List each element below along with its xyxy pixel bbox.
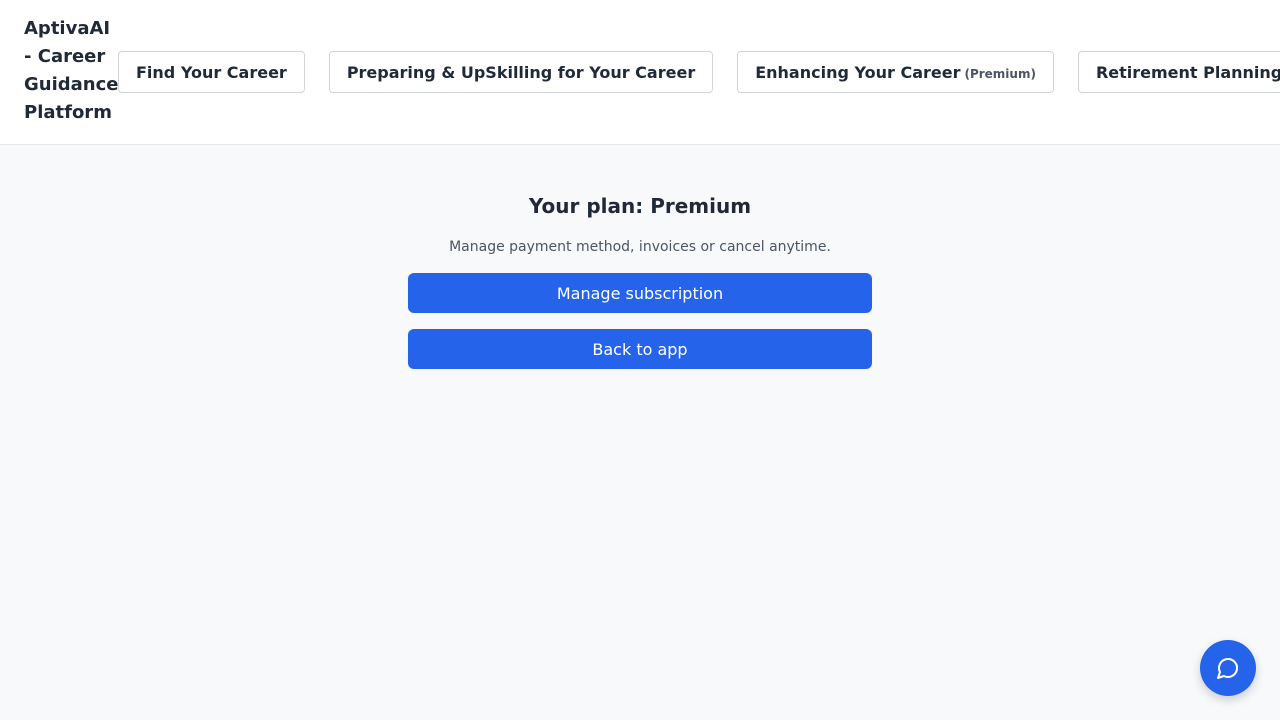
- top-header: AptivaAI - Career Guidance Platform Find…: [0, 0, 1280, 145]
- main-nav: Find Your Career Preparing & UpSkilling …: [118, 51, 1280, 93]
- nav-label: Preparing & UpSkilling for Your Career: [346, 62, 696, 82]
- premium-tag: (Premium): [964, 66, 1036, 81]
- nav-find-your-career[interactable]: Find Your Career: [118, 51, 305, 93]
- nav-label: Enhancing Your Career: [755, 62, 961, 82]
- chat-bubble-icon: [1216, 656, 1240, 680]
- nav-enhancing-your-career[interactable]: Enhancing Your Career (Premium): [737, 51, 1054, 93]
- chat-button[interactable]: [1200, 640, 1256, 696]
- manage-subscription-button[interactable]: Manage subscription: [408, 273, 872, 313]
- nav-preparing-upskilling[interactable]: Preparing & UpSkilling for Your Career: [328, 51, 714, 93]
- nav-retirement-planning[interactable]: Retirement Planning: [1077, 51, 1280, 93]
- nav-label: Retirement Planning: [1095, 62, 1280, 82]
- nav-label: Find Your Career: [136, 62, 287, 82]
- back-to-app-button[interactable]: Back to app: [408, 329, 872, 369]
- brand-title: AptivaAI - Career Guidance Platform: [24, 18, 119, 123]
- plan-subtitle: Manage payment method, invoices or cance…: [449, 239, 831, 255]
- plan-title: Your plan: Premium: [528, 194, 752, 218]
